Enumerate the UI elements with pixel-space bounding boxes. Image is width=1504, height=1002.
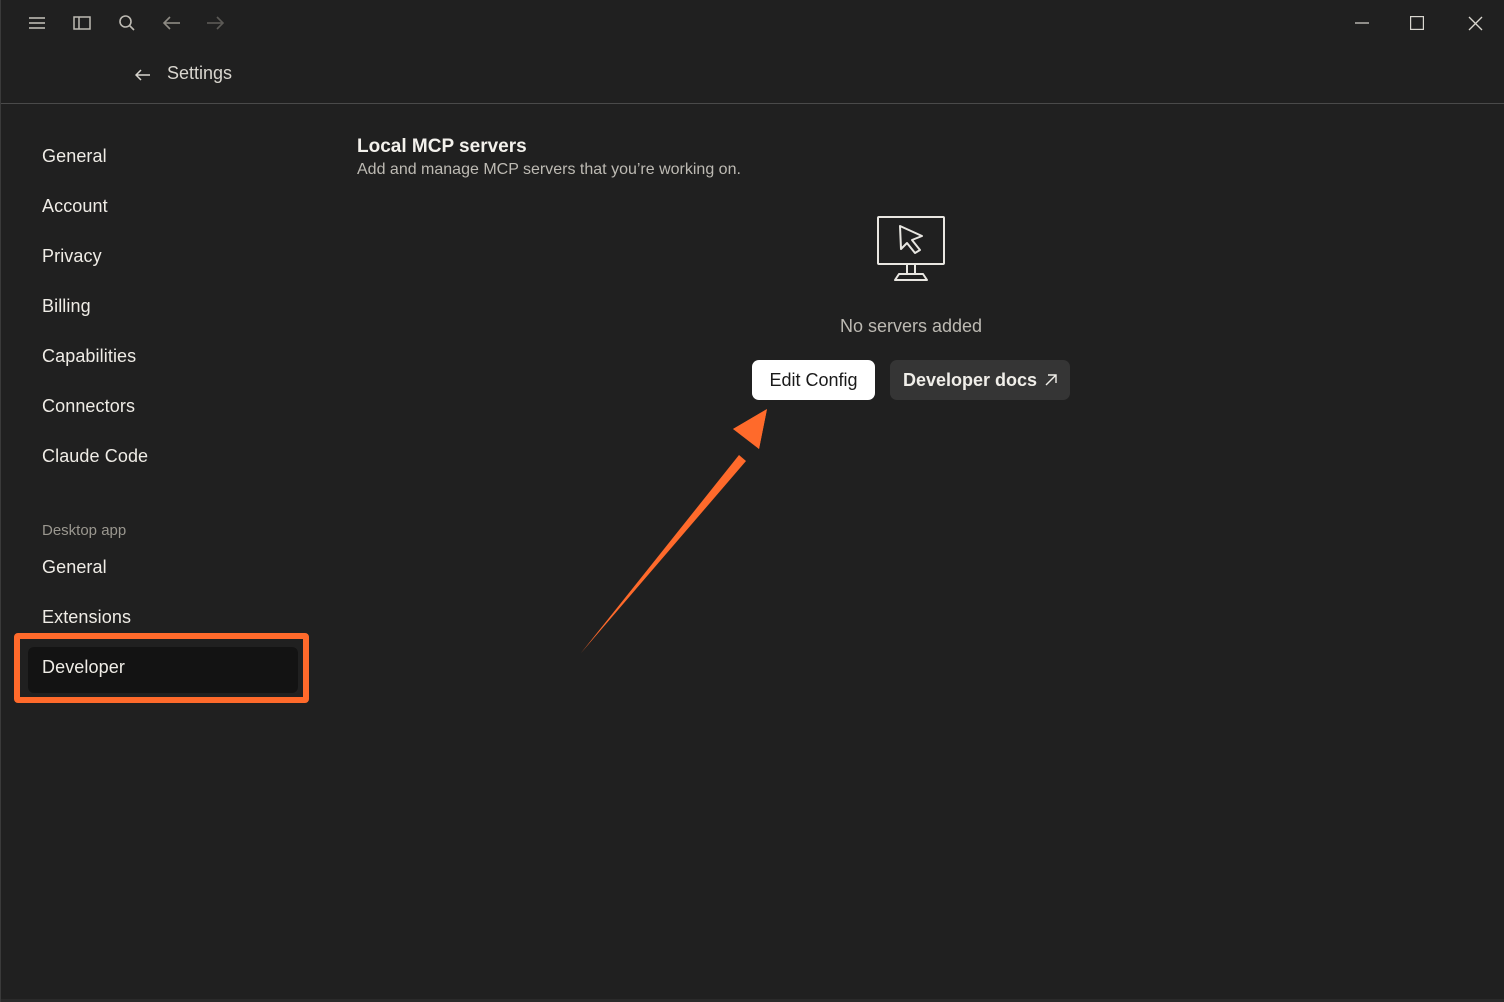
title-bar bbox=[1, 0, 1504, 46]
app-window: Settings General Account Privacy Billing… bbox=[0, 0, 1504, 1002]
sidebar-item-billing[interactable]: Billing bbox=[42, 296, 91, 317]
monitor-cursor-icon bbox=[873, 214, 949, 286]
edit-config-label: Edit Config bbox=[769, 369, 858, 390]
sidebar-item-extensions[interactable]: Extensions bbox=[42, 607, 131, 628]
search-icon[interactable] bbox=[116, 12, 138, 34]
settings-sidebar: General Account Privacy Billing Capabili… bbox=[1, 104, 321, 1002]
external-link-arrow-icon bbox=[1045, 374, 1057, 386]
developer-docs-button[interactable]: Developer docs bbox=[890, 360, 1070, 400]
close-icon[interactable] bbox=[1460, 10, 1490, 36]
annotation-arrow bbox=[581, 409, 767, 653]
annotation-highlight-box bbox=[14, 633, 309, 703]
sidebar-item-desktop-general[interactable]: General bbox=[42, 557, 107, 578]
menu-icon[interactable] bbox=[26, 12, 48, 34]
sidebar-section-desktop-app: Desktop app bbox=[42, 522, 127, 539]
developer-docs-label: Developer docs bbox=[902, 369, 1038, 390]
minimize-icon[interactable] bbox=[1347, 10, 1377, 36]
section-title: Local MCP servers bbox=[357, 136, 527, 157]
back-arrow-icon[interactable] bbox=[161, 12, 183, 34]
sidebar-item-claude-code[interactable]: Claude Code bbox=[42, 446, 148, 467]
forward-arrow-icon[interactable] bbox=[204, 12, 226, 34]
maximize-icon[interactable] bbox=[1402, 10, 1432, 36]
settings-header: Settings bbox=[1, 50, 1504, 104]
settings-back-icon[interactable] bbox=[133, 65, 153, 85]
edit-config-button[interactable]: Edit Config bbox=[752, 360, 875, 400]
sidebar-item-general[interactable]: General bbox=[42, 146, 107, 167]
sidebar-item-account[interactable]: Account bbox=[42, 196, 108, 217]
page-title: Settings bbox=[167, 63, 233, 83]
sidebar-item-connectors[interactable]: Connectors bbox=[42, 396, 135, 417]
sidebar-item-privacy[interactable]: Privacy bbox=[42, 246, 102, 267]
sidebar-toggle-icon[interactable] bbox=[71, 12, 93, 34]
empty-state-text: No servers added bbox=[839, 316, 983, 336]
section-subtitle: Add and manage MCP servers that you’re w… bbox=[357, 161, 741, 178]
sidebar-item-capabilities[interactable]: Capabilities bbox=[42, 346, 136, 367]
